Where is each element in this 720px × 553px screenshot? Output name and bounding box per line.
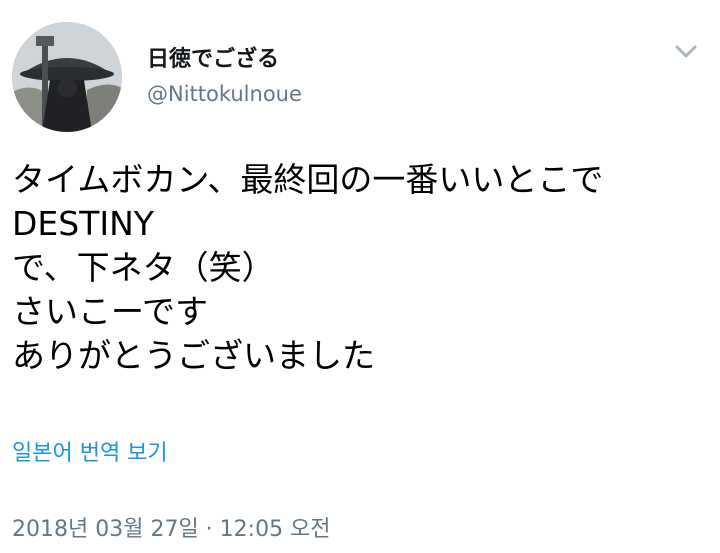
avatar[interactable] <box>12 22 122 132</box>
tweet-line: で、下ネタ（笑） <box>12 248 275 287</box>
author-info: 日徳でござる @Nittokulnoue <box>147 46 302 107</box>
translate-tweet-link[interactable]: 일본어 번역 보기 <box>12 439 168 469</box>
user-handle[interactable]: @Nittokulnoue <box>147 81 302 107</box>
display-name[interactable]: 日徳でござる <box>147 46 302 74</box>
tweet-line: ありがとうございました <box>12 336 375 375</box>
tweet-line: さいこーです <box>12 292 209 331</box>
tweet-menu-button[interactable] <box>672 38 700 66</box>
tweet-timestamp[interactable]: 2018년 03월 27일 · 12:05 오전 <box>12 515 331 545</box>
chevron-down-icon <box>675 45 697 58</box>
tweet-line: タイムボカン、最終回の一番いいとこで <box>12 160 604 199</box>
avatar-photo-icon <box>12 22 122 132</box>
tweet-line: DESTINY <box>12 204 154 243</box>
tweet-text: タイムボカン、最終回の一番いいとこで DESTINY で、下ネタ（笑） さいこー… <box>12 158 702 378</box>
